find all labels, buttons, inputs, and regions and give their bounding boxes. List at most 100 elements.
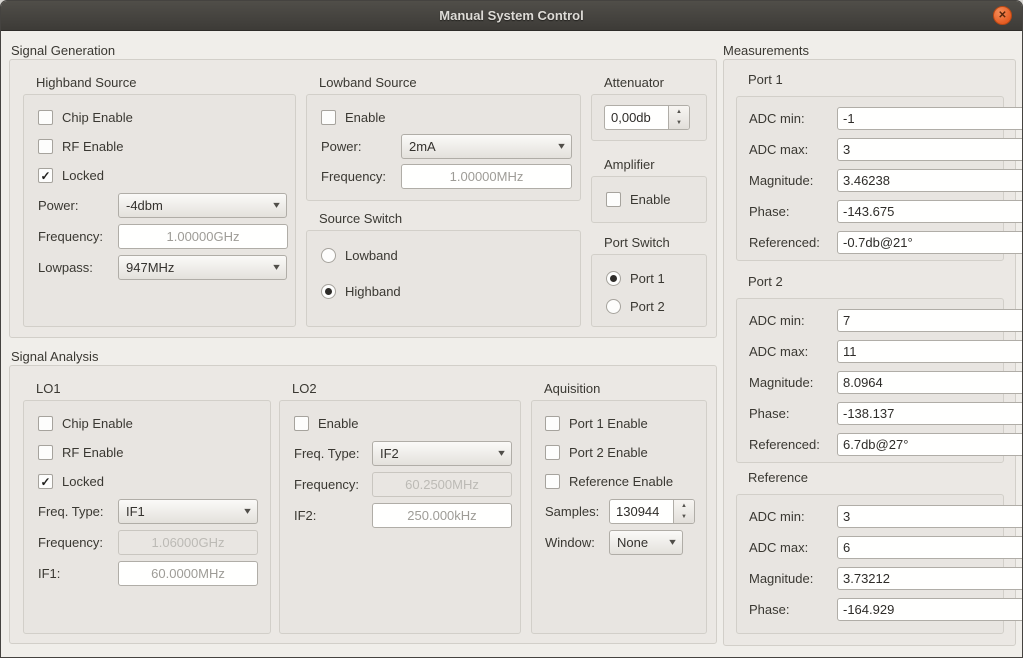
- title-bar: Manual System Control ✕: [1, 1, 1022, 31]
- highband-frequency-label: Frequency:: [38, 229, 118, 244]
- source-switch-highband-row: Highband: [321, 280, 572, 303]
- port2-enable-label: Port 2 Enable: [569, 445, 648, 460]
- source-switch-group: Lowband Highband: [306, 230, 581, 327]
- highband-locked-checkbox[interactable]: ✓: [38, 168, 53, 183]
- amplifier-enable-checkbox[interactable]: [606, 192, 621, 207]
- samples-spinbox[interactable]: 130944 ▲ ▼: [609, 499, 695, 524]
- aquisition-port2-enable-row: Port 2 Enable: [545, 441, 698, 464]
- lo1-chip-enable-checkbox[interactable]: [38, 416, 53, 431]
- lo1-rf-enable-row: RF Enable: [38, 441, 262, 464]
- lowband-enable-label: Enable: [345, 110, 385, 125]
- table-row: ADC min:: [749, 505, 991, 528]
- table-row: Referenced:: [749, 433, 991, 456]
- port2-adc-max-field[interactable]: [837, 340, 1023, 363]
- lo1-group: Chip Enable RF Enable ✓ Locked Freq. Typ…: [23, 400, 271, 634]
- highband-power-value: -4dbm: [126, 198, 163, 213]
- port1-phase-field[interactable]: [837, 200, 1023, 223]
- lowband-frequency-input[interactable]: [401, 164, 572, 189]
- adc-max-label: ADC max:: [749, 142, 837, 157]
- spin-up-icon[interactable]: ▲: [669, 106, 689, 118]
- highband-rf-enable-row: RF Enable: [38, 135, 287, 158]
- chevron-down-icon: ▾: [244, 506, 251, 517]
- lowband-power-value: 2mA: [409, 139, 436, 154]
- measurements-port1-title: Port 1: [748, 72, 783, 87]
- lo1-frequency-input: [118, 530, 258, 555]
- lo1-locked-checkbox[interactable]: ✓: [38, 474, 53, 489]
- lo1-if1-input[interactable]: [118, 561, 258, 586]
- table-row: ADC max:: [749, 340, 991, 363]
- signal-analysis-title: Signal Analysis: [11, 349, 98, 364]
- amplifier-title: Amplifier: [604, 157, 655, 172]
- lowband-power-select[interactable]: 2mA ▾: [401, 134, 572, 159]
- table-row: Phase:: [749, 200, 991, 223]
- port1-adc-min-field[interactable]: [837, 107, 1023, 130]
- highband-power-select[interactable]: -4dbm ▾: [118, 193, 287, 218]
- lo1-frequency-label: Frequency:: [38, 535, 118, 550]
- highband-rf-enable-checkbox[interactable]: [38, 139, 53, 154]
- lowband-radio-label: Lowband: [345, 248, 398, 263]
- highband-chip-enable-label: Chip Enable: [62, 110, 133, 125]
- lo1-rf-enable-checkbox[interactable]: [38, 445, 53, 460]
- lo1-if1-label: IF1:: [38, 566, 118, 581]
- amplifier-enable-label: Enable: [630, 192, 670, 207]
- source-switch-lowband-row: Lowband: [321, 244, 572, 267]
- attenuator-value: 0,00db: [605, 106, 668, 129]
- referenced-label: Referenced:: [749, 235, 837, 250]
- reference-phase-field[interactable]: [837, 598, 1023, 621]
- highband-chip-enable-checkbox[interactable]: [38, 110, 53, 125]
- reference-adc-min-field[interactable]: [837, 505, 1023, 528]
- table-row: ADC max:: [749, 138, 991, 161]
- lo1-freq-type-select[interactable]: IF1 ▾: [118, 499, 258, 524]
- port1-referenced-field[interactable]: [837, 231, 1023, 254]
- attenuator-spinbox[interactable]: 0,00db ▲ ▼: [604, 105, 690, 130]
- phase-label: Phase:: [749, 406, 837, 421]
- port-switch-title: Port Switch: [604, 235, 670, 250]
- close-button[interactable]: ✕: [993, 6, 1012, 25]
- window-label: Window:: [545, 535, 609, 550]
- window-title: Manual System Control: [439, 8, 583, 23]
- table-row: Referenced:: [749, 231, 991, 254]
- port1-radio[interactable]: [606, 271, 621, 286]
- reference-adc-max-field[interactable]: [837, 536, 1023, 559]
- check-icon: ✓: [40, 475, 50, 489]
- port2-enable-checkbox[interactable]: [545, 445, 560, 460]
- attenuator-title: Attenuator: [604, 75, 664, 90]
- close-icon: ✕: [998, 11, 1006, 21]
- table-row: ADC min:: [749, 107, 991, 130]
- port2-magnitude-field[interactable]: [837, 371, 1023, 394]
- port1-magnitude-field[interactable]: [837, 169, 1023, 192]
- window-select[interactable]: None ▾: [609, 530, 683, 555]
- lowband-radio[interactable]: [321, 248, 336, 263]
- amplifier-enable-row: Enable: [606, 188, 698, 211]
- chevron-down-icon: ▾: [273, 200, 280, 211]
- highband-source-group: Chip Enable RF Enable ✓ Locked Power: -4…: [23, 94, 296, 327]
- highband-frequency-input[interactable]: [118, 224, 288, 249]
- lo2-title: LO2: [292, 381, 317, 396]
- lo2-enable-checkbox[interactable]: [294, 416, 309, 431]
- port2-referenced-field[interactable]: [837, 433, 1023, 456]
- lowband-source-group: Enable Power: 2mA ▾ Frequency:: [306, 94, 581, 201]
- lo2-freq-type-select[interactable]: IF2 ▾: [372, 441, 512, 466]
- port2-adc-min-field[interactable]: [837, 309, 1023, 332]
- lo1-freq-type-value: IF1: [126, 504, 145, 519]
- adc-min-label: ADC min:: [749, 509, 837, 524]
- port-switch-port1-row: Port 1: [606, 267, 698, 290]
- port1-enable-checkbox[interactable]: [545, 416, 560, 431]
- adc-min-label: ADC min:: [749, 111, 837, 126]
- lo2-enable-label: Enable: [318, 416, 358, 431]
- reference-magnitude-field[interactable]: [837, 567, 1023, 590]
- highband-rf-enable-label: RF Enable: [62, 139, 123, 154]
- highband-lowpass-select[interactable]: 947MHz ▾: [118, 255, 287, 280]
- spin-down-icon[interactable]: ▼: [674, 512, 694, 524]
- spin-down-icon[interactable]: ▼: [669, 118, 689, 130]
- lowband-enable-checkbox[interactable]: [321, 110, 336, 125]
- spin-up-icon[interactable]: ▲: [674, 500, 694, 512]
- port1-adc-max-field[interactable]: [837, 138, 1023, 161]
- reference-enable-checkbox[interactable]: [545, 474, 560, 489]
- lo2-if2-input[interactable]: [372, 503, 512, 528]
- measurements-port1-group: ADC min: ADC max: Magnitude: Phase: Refe…: [736, 96, 1004, 261]
- highband-radio[interactable]: [321, 284, 336, 299]
- port2-phase-field[interactable]: [837, 402, 1023, 425]
- table-row: Magnitude:: [749, 567, 991, 590]
- port2-radio[interactable]: [606, 299, 621, 314]
